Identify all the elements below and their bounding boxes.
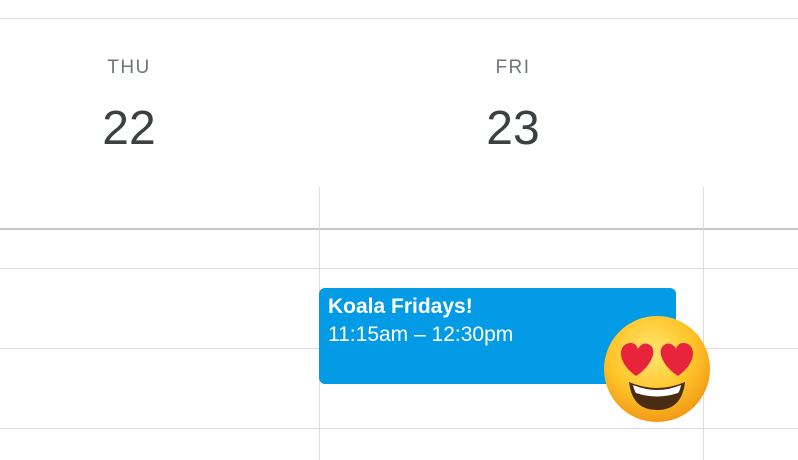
hour-line (0, 268, 798, 269)
header-bottom-border (0, 228, 798, 230)
day-number[interactable]: 22 (49, 100, 209, 158)
day-of-week-label: FRI (495, 57, 531, 78)
header-top-border (0, 18, 798, 19)
day-number[interactable]: 23 (433, 100, 593, 158)
hour-line (0, 428, 798, 429)
day-of-week-label: THU (107, 57, 151, 78)
heart-eyes-emoji-icon (604, 316, 710, 422)
